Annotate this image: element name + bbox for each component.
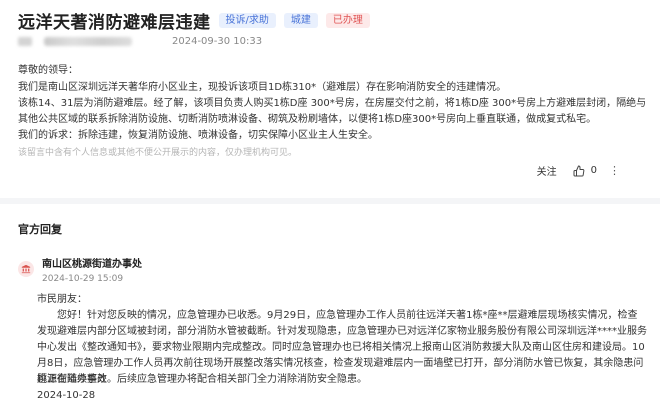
- post-timestamp: 2024-09-30 10:33: [172, 36, 263, 47]
- section-divider: [0, 198, 660, 204]
- department-name: 南山区桃源街道办事处: [42, 259, 142, 270]
- status-badge: 已办理: [325, 13, 370, 28]
- official-reply-heading: 官方回复: [18, 223, 62, 236]
- privacy-disclaimer: 该留言中含有个人信息或其他不便公开展示的内容，仅办理机构可见。: [18, 148, 298, 158]
- tag-complaint[interactable]: 投诉/求助: [218, 13, 276, 28]
- letter-paragraph-2: 该栋14、31层为消防避难层。经了解，该项目负责人购买1栋D座 300*号房，在…: [18, 98, 647, 125]
- tag-category[interactable]: 城建: [283, 13, 318, 28]
- title-row: 远洋天著消防避难层违建 投诉/求助 城建 已办理: [18, 8, 370, 33]
- government-building-icon: [18, 261, 34, 277]
- more-dots-icon[interactable]: ⋮: [609, 164, 620, 177]
- page-title: 远洋天著消防避难层违建: [18, 13, 211, 33]
- post-actions: 关注 0 ⋮: [537, 163, 620, 178]
- reply-greeting: 市民朋友：: [37, 294, 87, 305]
- reply-timestamp: 2024-10-29 15:09: [42, 274, 124, 284]
- letter-greeting: 尊敬的领导：: [18, 65, 78, 76]
- like-button[interactable]: 0: [573, 165, 597, 177]
- author-name-redacted: [44, 37, 132, 46]
- thumbs-up-icon: [573, 165, 584, 176]
- letter-paragraph-1: 我们是南山区深圳远洋天著华府小区业主，现投诉该项目1D栋310*（避难层）存在影…: [18, 82, 507, 93]
- complaint-detail-page: 远洋天著消防避难层违建 投诉/求助 城建 已办理 2024-09-30 10:3…: [0, 0, 660, 416]
- avatar: [18, 37, 32, 46]
- reply-department: 南山区桃源街道办事处 2024-10-29 15:09: [18, 259, 142, 285]
- reply-signature: 桃源街道办事处: [37, 374, 107, 385]
- follow-button[interactable]: 关注: [537, 163, 557, 178]
- letter-paragraph-3: 我们的诉求：拆除违建，恢复消防设施、喷淋设备，切实保障小区业主人生安全。: [18, 130, 378, 141]
- like-count: 0: [590, 165, 597, 176]
- reply-date: 2024-10-28: [37, 390, 96, 401]
- author-meta: 2024-09-30 10:33: [18, 36, 262, 47]
